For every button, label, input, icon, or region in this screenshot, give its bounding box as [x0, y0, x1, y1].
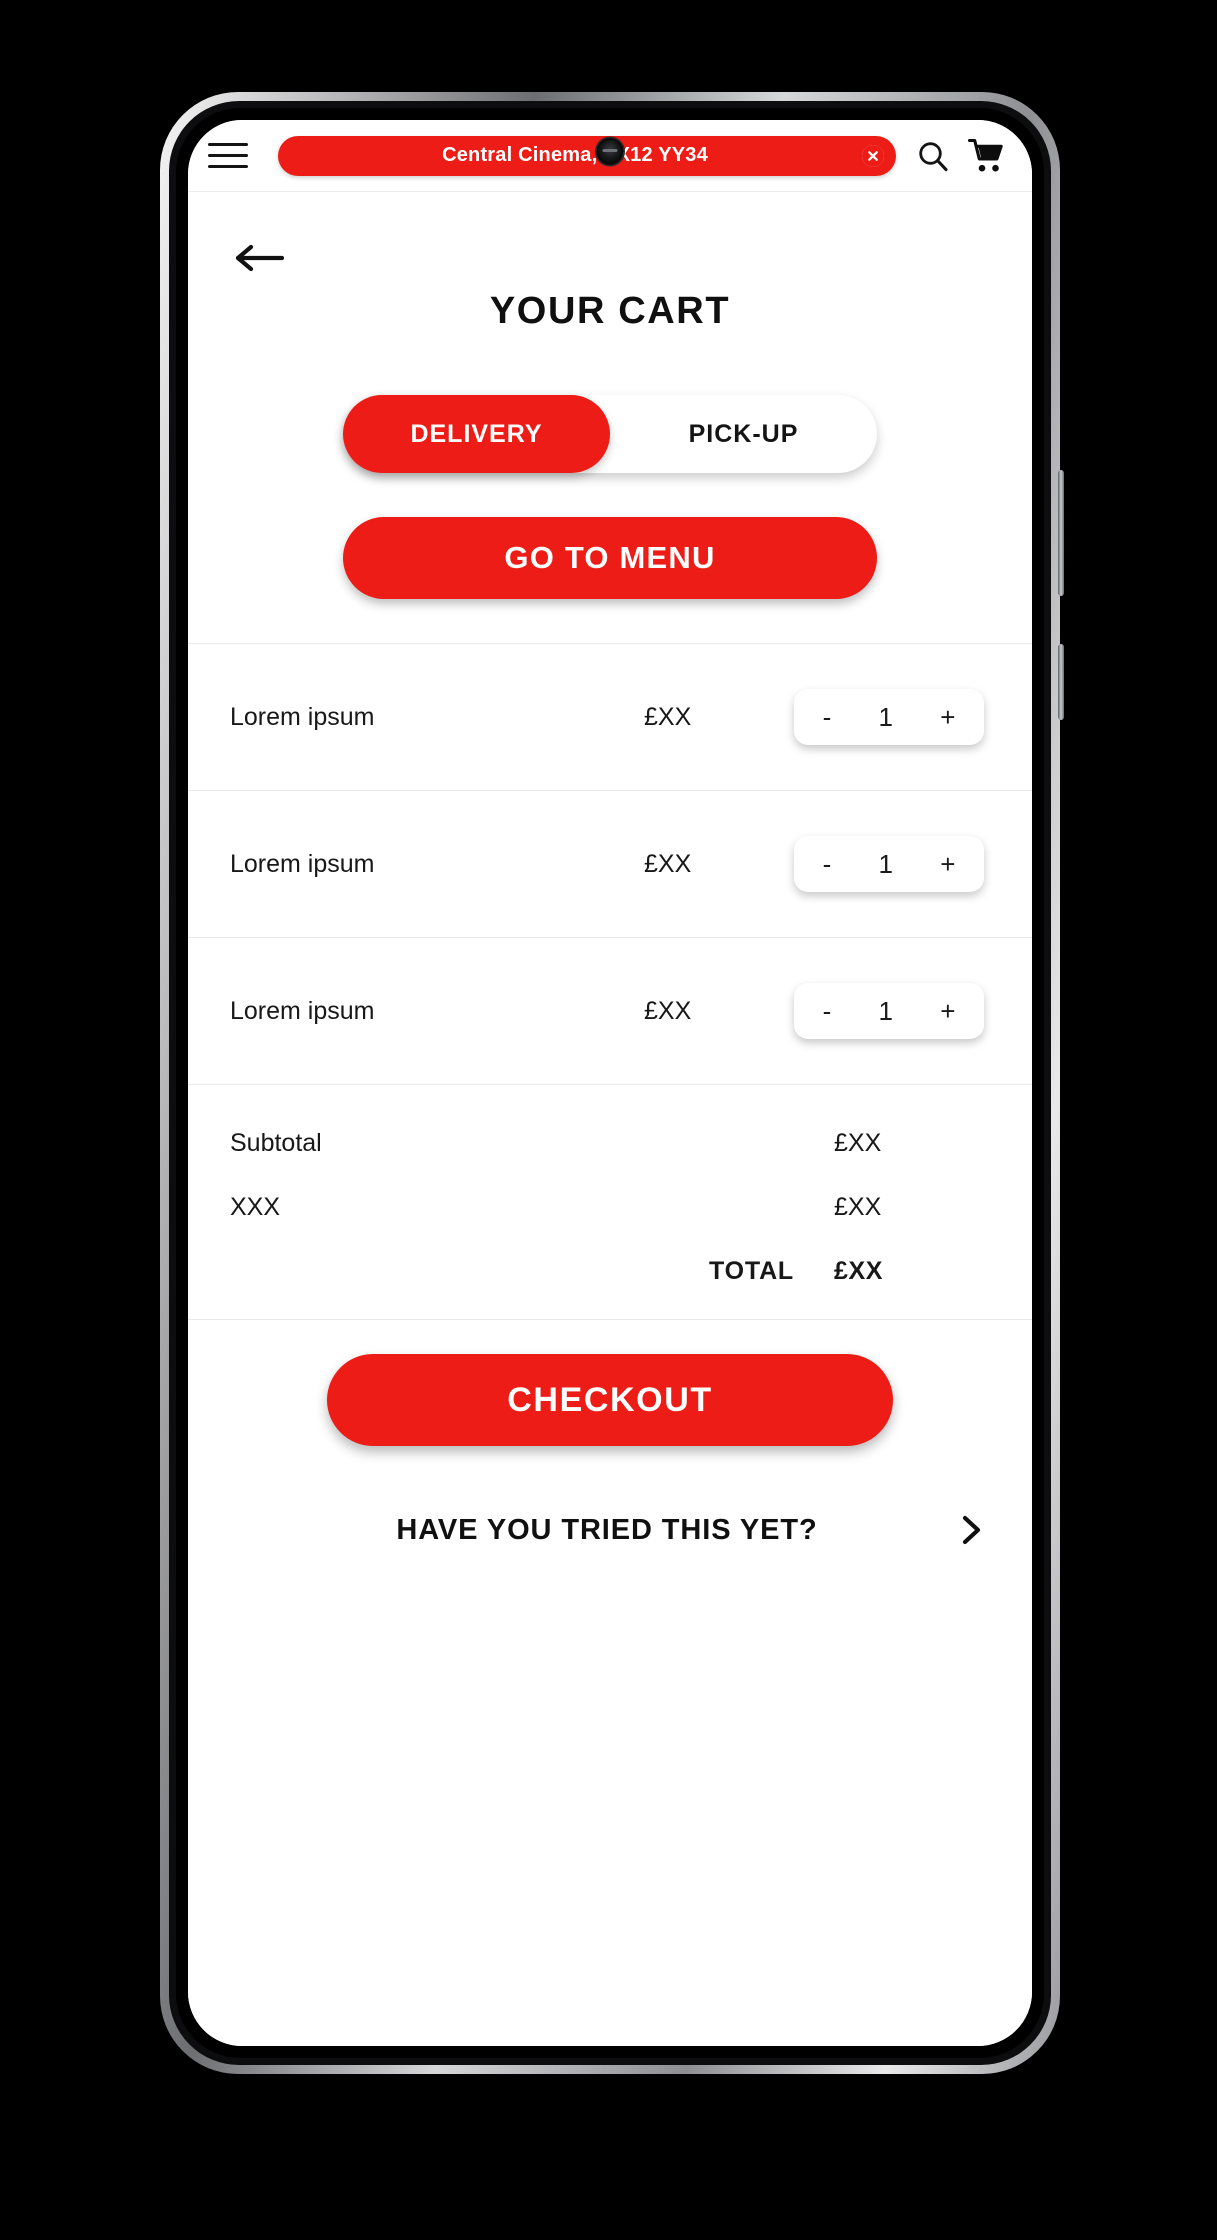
cart-item-name: Lorem ipsum — [230, 849, 375, 878]
quantity-stepper: - 1 + — [794, 983, 984, 1039]
extra-charge-value: £XX — [834, 1192, 882, 1221]
subtotal-row: Subtotal £XX — [230, 1111, 984, 1175]
table-row: Lorem ipsum £XX - 1 + — [188, 791, 1032, 938]
quantity-value: 1 — [878, 701, 893, 732]
phone-frame-inner: Central Cinema, XX12 YY34 YOUR CART DELI… — [169, 101, 1051, 2065]
order-summary: Subtotal £XX XXX £XX TOTAL £XX — [188, 1085, 1032, 1320]
promo-banner[interactable]: HAVE YOU TRIED THIS YET? — [188, 1492, 1032, 1568]
table-row: Lorem ipsum £XX - 1 + — [188, 938, 1032, 1085]
decrease-quantity-button[interactable]: - — [813, 851, 842, 877]
promo-banner-label: HAVE YOU TRIED THIS YET? — [396, 1513, 818, 1546]
page-title: YOUR CART — [489, 290, 731, 332]
phone-bezel: Central Cinema, XX12 YY34 YOUR CART DELI… — [176, 108, 1044, 2058]
cart-item-list: Lorem ipsum £XX - 1 + Lorem ipsum £XX - … — [188, 643, 1032, 1085]
cart-item-price: £XX — [644, 849, 692, 878]
close-circle-icon[interactable] — [862, 144, 884, 167]
increase-quantity-button[interactable]: + — [930, 704, 965, 730]
back-navigation-row — [188, 192, 1032, 284]
cart-item-price: £XX — [644, 996, 692, 1025]
decrease-quantity-button[interactable]: - — [813, 998, 842, 1024]
volume-button[interactable] — [1058, 470, 1064, 596]
extra-charge-row: XXX £XX — [230, 1175, 984, 1239]
total-value: £XX — [834, 1256, 884, 1285]
shopping-cart-icon[interactable] — [964, 133, 1010, 179]
checkout-label: CHECKOUT — [507, 1380, 713, 1419]
front-camera-punch-hole — [596, 138, 624, 165]
increase-quantity-button[interactable]: + — [930, 851, 965, 877]
arrow-left-icon[interactable] — [232, 238, 288, 278]
search-icon[interactable] — [910, 133, 956, 179]
chevron-right-icon[interactable] — [944, 1513, 984, 1547]
phone-device-frame: Central Cinema, XX12 YY34 YOUR CART DELI… — [160, 92, 1064, 2074]
tab-pickup-label: PICK-UP — [688, 419, 799, 448]
subtotal-value: £XX — [834, 1128, 882, 1157]
quantity-stepper: - 1 + — [794, 836, 984, 892]
checkout-section: CHECKOUT — [188, 1320, 1032, 1446]
quantity-stepper: - 1 + — [794, 689, 984, 745]
total-label: TOTAL — [708, 1256, 794, 1285]
cart-item-name: Lorem ipsum — [230, 996, 375, 1025]
extra-charge-label: XXX — [230, 1192, 281, 1221]
checkout-button[interactable]: CHECKOUT — [327, 1354, 893, 1446]
cart-item-name: Lorem ipsum — [230, 702, 375, 731]
cart-item-price: £XX — [644, 702, 692, 731]
tab-pickup[interactable]: PICK-UP — [610, 395, 877, 473]
increase-quantity-button[interactable]: + — [930, 998, 965, 1024]
screenshot-canvas: Central Cinema, XX12 YY34 YOUR CART DELI… — [0, 0, 1217, 2240]
subtotal-label: Subtotal — [230, 1128, 322, 1157]
go-to-menu-button[interactable]: GO TO MENU — [343, 517, 877, 599]
hamburger-menu-icon[interactable] — [208, 136, 252, 176]
tab-delivery[interactable]: DELIVERY — [343, 395, 610, 473]
fulfilment-toggle: DELIVERY PICK-UP — [343, 395, 877, 473]
tab-delivery-label: DELIVERY — [410, 419, 543, 448]
quantity-value: 1 — [878, 995, 893, 1026]
decrease-quantity-button[interactable]: - — [813, 704, 842, 730]
go-to-menu-label: GO TO MENU — [504, 540, 716, 575]
table-row: Lorem ipsum £XX - 1 + — [188, 644, 1032, 791]
location-search-field[interactable]: Central Cinema, XX12 YY34 — [278, 135, 896, 176]
cart-page: YOUR CART DELIVERY PICK-UP GO TO MENU Lo… — [188, 192, 1032, 2046]
location-value: Central Cinema, XX12 YY34 — [442, 144, 708, 166]
total-row: TOTAL £XX — [230, 1239, 984, 1303]
power-button[interactable] — [1058, 644, 1064, 720]
quantity-value: 1 — [878, 848, 893, 879]
phone-screen: Central Cinema, XX12 YY34 YOUR CART DELI… — [188, 120, 1032, 2046]
